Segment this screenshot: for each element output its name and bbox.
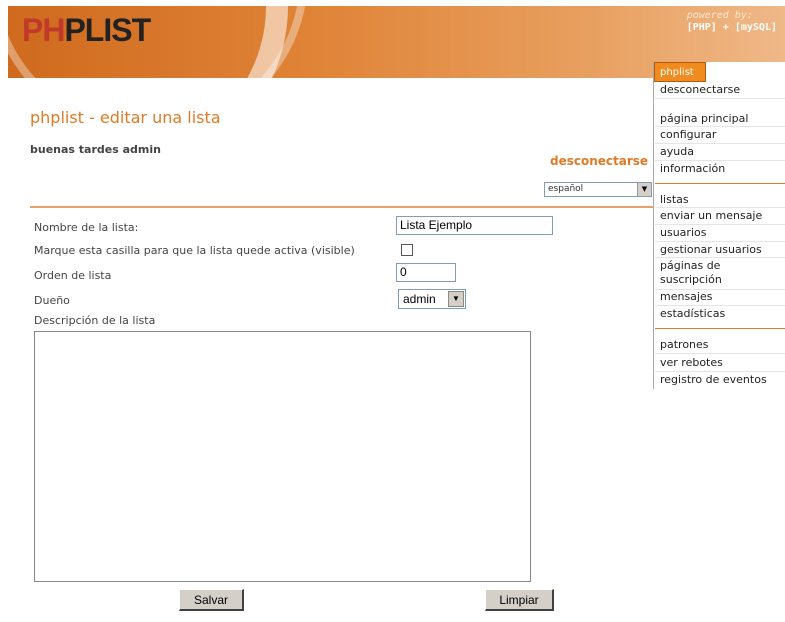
menu-item-info[interactable]: información (660, 162, 725, 176)
menu-item-bounces[interactable]: ver rebotes (660, 356, 723, 370)
greeting-text: buenas tardes admin (30, 143, 161, 156)
menu-item-event-log[interactable]: registro de eventos (660, 373, 767, 387)
list-name-label: Nombre de la lista: (34, 221, 139, 234)
menu-item-configure[interactable]: configurar (660, 128, 716, 142)
chevron-down-icon[interactable]: ▼ (448, 291, 464, 307)
menu-item-statistics[interactable]: estadísticas (660, 307, 725, 321)
save-button[interactable]: Salvar (179, 589, 244, 611)
page-title: phplist - editar una lista (30, 108, 221, 127)
chevron-down-icon[interactable]: ▼ (637, 183, 651, 196)
list-order-label: Orden de lista (34, 269, 112, 282)
menu-divider (655, 241, 785, 242)
logout-link[interactable]: desconectarse (550, 154, 648, 168)
list-name-input[interactable]: Lista Ejemplo (396, 216, 553, 235)
powered-by: powered by: [PHP] + [mySQL] (687, 10, 777, 34)
menu-divider (655, 257, 785, 258)
menu-item-messages[interactable]: mensajes (660, 290, 712, 304)
menu-tab-phplist[interactable]: phplist (654, 62, 706, 82)
menu-divider (655, 305, 785, 306)
menu-item-manage-users[interactable]: gestionar usuarios (660, 243, 762, 257)
menu-divider (655, 98, 785, 99)
active-checkbox[interactable] (401, 244, 413, 256)
description-label: Descripción de la lista (34, 314, 156, 327)
divider (30, 206, 655, 208)
powered-by-tech: [PHP] + [mySQL] (686, 22, 777, 33)
phplist-logo[interactable]: PHPLIST (22, 12, 151, 49)
menu-divider (655, 160, 785, 161)
menu-divider (655, 224, 785, 225)
description-textarea[interactable] (34, 331, 531, 582)
menu-section-divider (655, 183, 785, 184)
menu-item-subscribe-pages[interactable]: páginas de suscripción (660, 259, 760, 287)
menu-item-templates[interactable]: patrones (660, 338, 709, 352)
menu-item-help[interactable]: ayuda (660, 145, 694, 159)
owner-select[interactable]: admin ▼ (398, 289, 466, 309)
menu-divider (655, 353, 785, 354)
menu-divider (655, 371, 785, 372)
list-order-input[interactable]: 0 (396, 263, 456, 282)
language-select[interactable]: español ▼ (544, 182, 652, 197)
menu-section-divider (655, 328, 785, 329)
menu-item-logout[interactable]: desconectarse (660, 83, 740, 97)
menu-item-users[interactable]: usuarios (660, 226, 706, 240)
reset-button[interactable]: Limpiar (485, 589, 554, 611)
owner-label: Dueño (34, 294, 70, 307)
active-label: Marque esta casilla para que la lista qu… (34, 244, 355, 257)
powered-by-label: powered by: (686, 10, 753, 21)
menu-divider (655, 143, 785, 144)
menu-item-send-message[interactable]: enviar un mensaje (660, 209, 762, 223)
language-select-value: español (548, 184, 584, 194)
menu-divider (655, 207, 785, 208)
menu-item-lists[interactable]: listas (660, 193, 689, 207)
owner-select-value: admin (403, 292, 436, 306)
menu-item-home[interactable]: página principal (660, 112, 748, 126)
menu-divider (655, 126, 785, 127)
